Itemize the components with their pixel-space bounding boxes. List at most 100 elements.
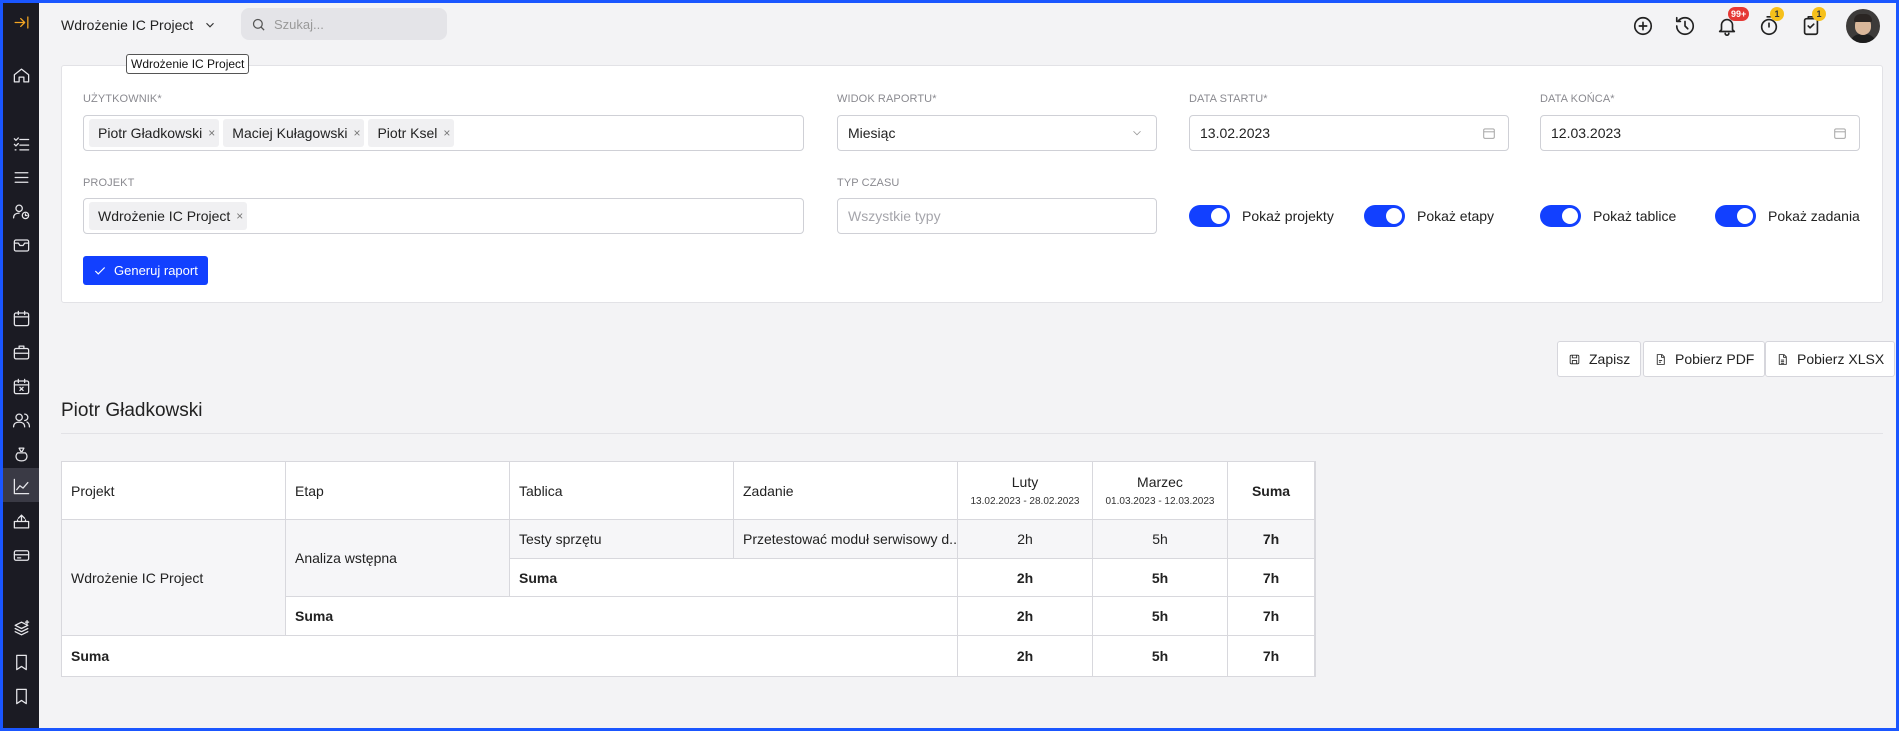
- user-multiselect[interactable]: Piotr Gładkowski × Maciej Kułagowski × Pio…: [83, 115, 804, 151]
- add-circle-icon[interactable]: [1630, 13, 1656, 39]
- stage-cell: Analiza wstępna: [286, 520, 510, 597]
- bookmark-outline-icon[interactable]: [10, 685, 32, 707]
- task-list-icon[interactable]: [10, 132, 32, 154]
- layers-plus-icon[interactable]: [10, 617, 32, 639]
- total-sum-feb: 2h: [958, 636, 1093, 676]
- search-input[interactable]: [274, 16, 424, 32]
- task-cell: Przetestować moduł serwisowy d...: [734, 520, 958, 559]
- time-type-label: TYP CZASU: [837, 177, 900, 189]
- header-board: Tablica: [510, 462, 734, 520]
- toggle-show-projects[interactable]: Pokaż projekty: [1189, 204, 1334, 228]
- divider: [61, 433, 1883, 434]
- board-sum-mar: 5h: [1093, 559, 1228, 597]
- calendar-icon[interactable]: [10, 307, 32, 329]
- total-sum-mar: 5h: [1093, 636, 1228, 676]
- time-type-input[interactable]: [848, 208, 1126, 224]
- stage-sum-label: Suma: [286, 597, 958, 636]
- toggle-label: Pokaż zadania: [1768, 208, 1860, 224]
- toggle-switch[interactable]: [1364, 205, 1405, 227]
- checklist-icon[interactable]: 1: [1798, 7, 1826, 39]
- board-cell: Testy sprzętu: [510, 520, 734, 559]
- end-date-field[interactable]: 12.03.2023: [1540, 115, 1860, 151]
- calendar-icon: [1482, 126, 1496, 140]
- users-icon[interactable]: [10, 409, 32, 431]
- task-mar-value: 5h: [1093, 520, 1228, 559]
- app-frame: Wdrożenie IC Project 99+ 1: [3, 3, 1896, 728]
- start-date-field[interactable]: 13.02.2023: [1189, 115, 1509, 151]
- board-sum-total: 7h: [1228, 559, 1315, 597]
- search-box[interactable]: [241, 8, 447, 40]
- task-sum-value: 7h: [1228, 520, 1315, 559]
- calendar-x-icon[interactable]: [10, 375, 32, 397]
- money-bag-icon[interactable]: [10, 443, 32, 465]
- user-chip: Piotr Gładkowski ×: [89, 119, 220, 147]
- toggle-switch[interactable]: [1540, 205, 1581, 227]
- notifications-badge: 99+: [1728, 7, 1750, 21]
- time-type-field[interactable]: [837, 198, 1157, 234]
- toggle-show-tasks[interactable]: Pokaż zadania: [1715, 204, 1860, 228]
- end-date-label: DATA KOŃCA*: [1540, 93, 1615, 105]
- sidebar: [3, 3, 39, 728]
- user-field-label: UŻYTKOWNIK*: [83, 93, 162, 105]
- remove-chip-icon[interactable]: ×: [443, 126, 450, 140]
- home-icon[interactable]: [10, 64, 32, 86]
- user-clock-icon[interactable]: [10, 200, 32, 222]
- remove-chip-icon[interactable]: ×: [353, 126, 360, 140]
- header-month-feb: Luty 13.02.2023 - 28.02.2023: [958, 462, 1093, 520]
- package-icon[interactable]: [10, 510, 32, 532]
- toggle-label: Pokaż etapy: [1417, 208, 1495, 224]
- project-switcher[interactable]: Wdrożenie IC Project: [61, 13, 217, 37]
- stage-sum-total: 7h: [1228, 597, 1315, 636]
- expand-sidebar-icon[interactable]: [10, 11, 32, 33]
- remove-chip-icon[interactable]: ×: [208, 126, 215, 140]
- report-view-select[interactable]: Miesiąc: [837, 115, 1157, 151]
- chevron-down-icon: [1130, 126, 1144, 140]
- history-icon[interactable]: [1672, 13, 1698, 39]
- search-icon: [252, 18, 265, 31]
- project-multiselect[interactable]: Wdrożenie IC Project ×: [83, 198, 804, 234]
- save-button[interactable]: Zapisz: [1557, 341, 1642, 377]
- start-date-value: 13.02.2023: [1200, 125, 1271, 141]
- generate-report-button[interactable]: Generuj raport: [83, 256, 208, 285]
- stage-sum-feb: 2h: [958, 597, 1093, 636]
- project-tooltip: Wdrożenie IC Project: [126, 54, 250, 74]
- total-sum-total: 7h: [1228, 636, 1315, 676]
- header-task: Zadanie: [734, 462, 958, 520]
- avatar[interactable]: [1846, 9, 1880, 43]
- timer-badge: 1: [1770, 7, 1784, 21]
- toggle-show-boards[interactable]: Pokaż tablice: [1540, 204, 1676, 228]
- board-sum-feb: 2h: [958, 559, 1093, 597]
- download-xlsx-button[interactable]: Pobierz XLSX: [1765, 341, 1896, 377]
- report-filters-panel: UŻYTKOWNIK* Piotr Gładkowski × Maciej Kuł…: [61, 65, 1883, 303]
- chart-trend-icon[interactable]: [10, 475, 32, 497]
- header-stage: Etap: [286, 462, 510, 520]
- tasks-badge: 1: [1812, 7, 1826, 21]
- topbar: Wdrożenie IC Project 99+ 1: [39, 3, 1896, 50]
- menu-lines-icon[interactable]: [10, 166, 32, 188]
- project-field-label: PROJEKT: [83, 177, 135, 189]
- start-date-label: DATA STARTU*: [1189, 93, 1268, 105]
- bookmark-icon[interactable]: [10, 651, 32, 673]
- board-sum-label: Suma: [510, 559, 958, 597]
- remove-chip-icon[interactable]: ×: [236, 209, 243, 223]
- project-cell: Wdrożenie IC Project: [62, 520, 286, 636]
- topbar-actions: 99+ 1 1: [1630, 7, 1880, 43]
- user-chip: Maciej Kułagowski ×: [223, 119, 365, 147]
- save-icon: [1569, 354, 1580, 364]
- stopwatch-icon[interactable]: 1: [1756, 7, 1784, 39]
- view-field-label: WIDOK RAPORTU*: [837, 93, 937, 105]
- header-sum: Suma: [1228, 462, 1315, 520]
- mail-icon[interactable]: [10, 234, 32, 256]
- toggle-switch[interactable]: [1189, 205, 1230, 227]
- ticket-icon[interactable]: [10, 544, 32, 566]
- project-chip: Wdrożenie IC Project ×: [89, 202, 248, 230]
- toggle-show-stages[interactable]: Pokaż etapy: [1364, 204, 1494, 228]
- project-switcher-label: Wdrożenie IC Project: [61, 17, 194, 33]
- bell-icon[interactable]: 99+: [1714, 7, 1750, 39]
- xlsx-file-icon: [1778, 353, 1787, 365]
- download-pdf-button[interactable]: Pobierz PDF: [1643, 341, 1766, 377]
- briefcase-icon[interactable]: [10, 341, 32, 363]
- check-icon: [94, 266, 106, 275]
- toggle-switch[interactable]: [1715, 205, 1756, 227]
- chevron-down-icon: [206, 22, 215, 28]
